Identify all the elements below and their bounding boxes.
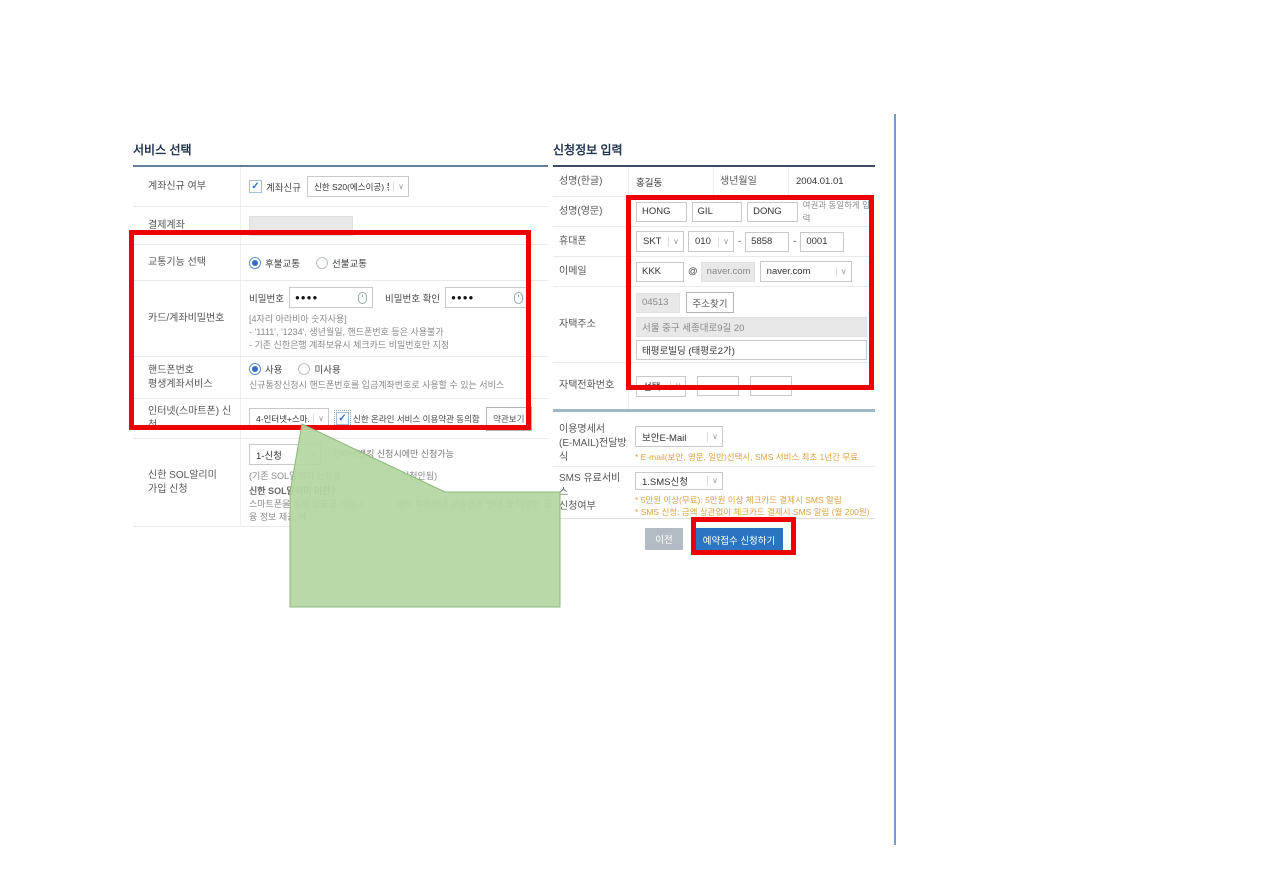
email-label: 이메일 xyxy=(553,257,628,286)
statement-label-1: 이용명세서 xyxy=(559,423,628,437)
chevron-down-icon: ∨ xyxy=(707,432,718,442)
row-statement: 이용명세서 (E-MAIL)전달방식 보안E-Mail ∨ * E-mail(보… xyxy=(553,422,875,467)
birth-value: 2004.01.01 xyxy=(788,167,875,196)
address-label: 자택주소 xyxy=(553,287,628,362)
delivery-table: 이용명세서 (E-MAIL)전달방식 보안E-Mail ∨ * E-mail(보… xyxy=(553,422,875,519)
statement-select[interactable]: 보안E-Mail ∨ xyxy=(635,426,723,447)
sms-note-1: * 5만원 이상(무료): 5만원 이상 체크카드 결제시 SMS 알림 xyxy=(635,494,875,506)
chevron-down-icon: ∨ xyxy=(707,476,718,486)
sol-label-2: 가입 신청 xyxy=(148,483,240,497)
highlight-box-personal-info xyxy=(626,195,874,390)
name-kr-value: 홍길동 xyxy=(628,167,713,196)
prev-button[interactable]: 이전 xyxy=(645,528,683,550)
highlight-box-service-options xyxy=(129,230,531,430)
info-panel-title: 신청정보 입력 xyxy=(553,141,875,165)
account-product-select[interactable]: 신한 S20(에스이공) 통장 ∨ xyxy=(307,176,409,197)
statement-note: * E-mail(보안, 영문, 일반)선택시, SMS 서비스 최초 1년간 … xyxy=(635,451,875,463)
account-new-checkbox[interactable]: ✓ xyxy=(249,180,262,193)
sms-label-1: SMS 유료서비스 xyxy=(559,472,628,500)
highlight-box-submit-button xyxy=(691,517,796,555)
sol-label-1: 신한 SOL알리미 xyxy=(148,469,240,483)
mobile-label: 휴대폰 xyxy=(553,227,628,256)
page: 서비스 선택 계좌신규 여부 ✓ 계좌신규 신한 S20(에스이공) 통장 ∨ xyxy=(0,0,1263,893)
service-panel-title: 서비스 선택 xyxy=(133,141,548,165)
sms-select[interactable]: 1.SMS신청 ∨ xyxy=(635,472,723,490)
statement-label-2: (E-MAIL)전달방식 xyxy=(559,437,628,465)
name-en-label: 성명(영문) xyxy=(553,197,628,226)
row-account-new: 계좌신규 여부 ✓ 계좌신규 신한 S20(에스이공) 통장 ∨ xyxy=(133,167,548,207)
account-new-checkbox-label: 계좌신규 xyxy=(266,180,301,194)
sms-label-2: 신청여부 xyxy=(559,500,628,514)
green-callout-pointer xyxy=(288,421,563,611)
row-sms: SMS 유료서비스 신청여부 1.SMS신청 ∨ * 5만원 이상(무료): 5… xyxy=(553,467,875,519)
name-kr-label: 성명(한글) xyxy=(553,167,628,196)
home-phone-label: 자택전화번호 xyxy=(553,363,628,409)
row-name-kr: 성명(한글) 홍길동 생년월일 2004.01.01 xyxy=(553,167,875,197)
chevron-down-icon: ∨ xyxy=(393,182,404,192)
birth-label: 생년월일 xyxy=(713,167,788,196)
account-new-label: 계좌신규 여부 xyxy=(133,167,240,206)
page-divider-line xyxy=(894,114,896,845)
